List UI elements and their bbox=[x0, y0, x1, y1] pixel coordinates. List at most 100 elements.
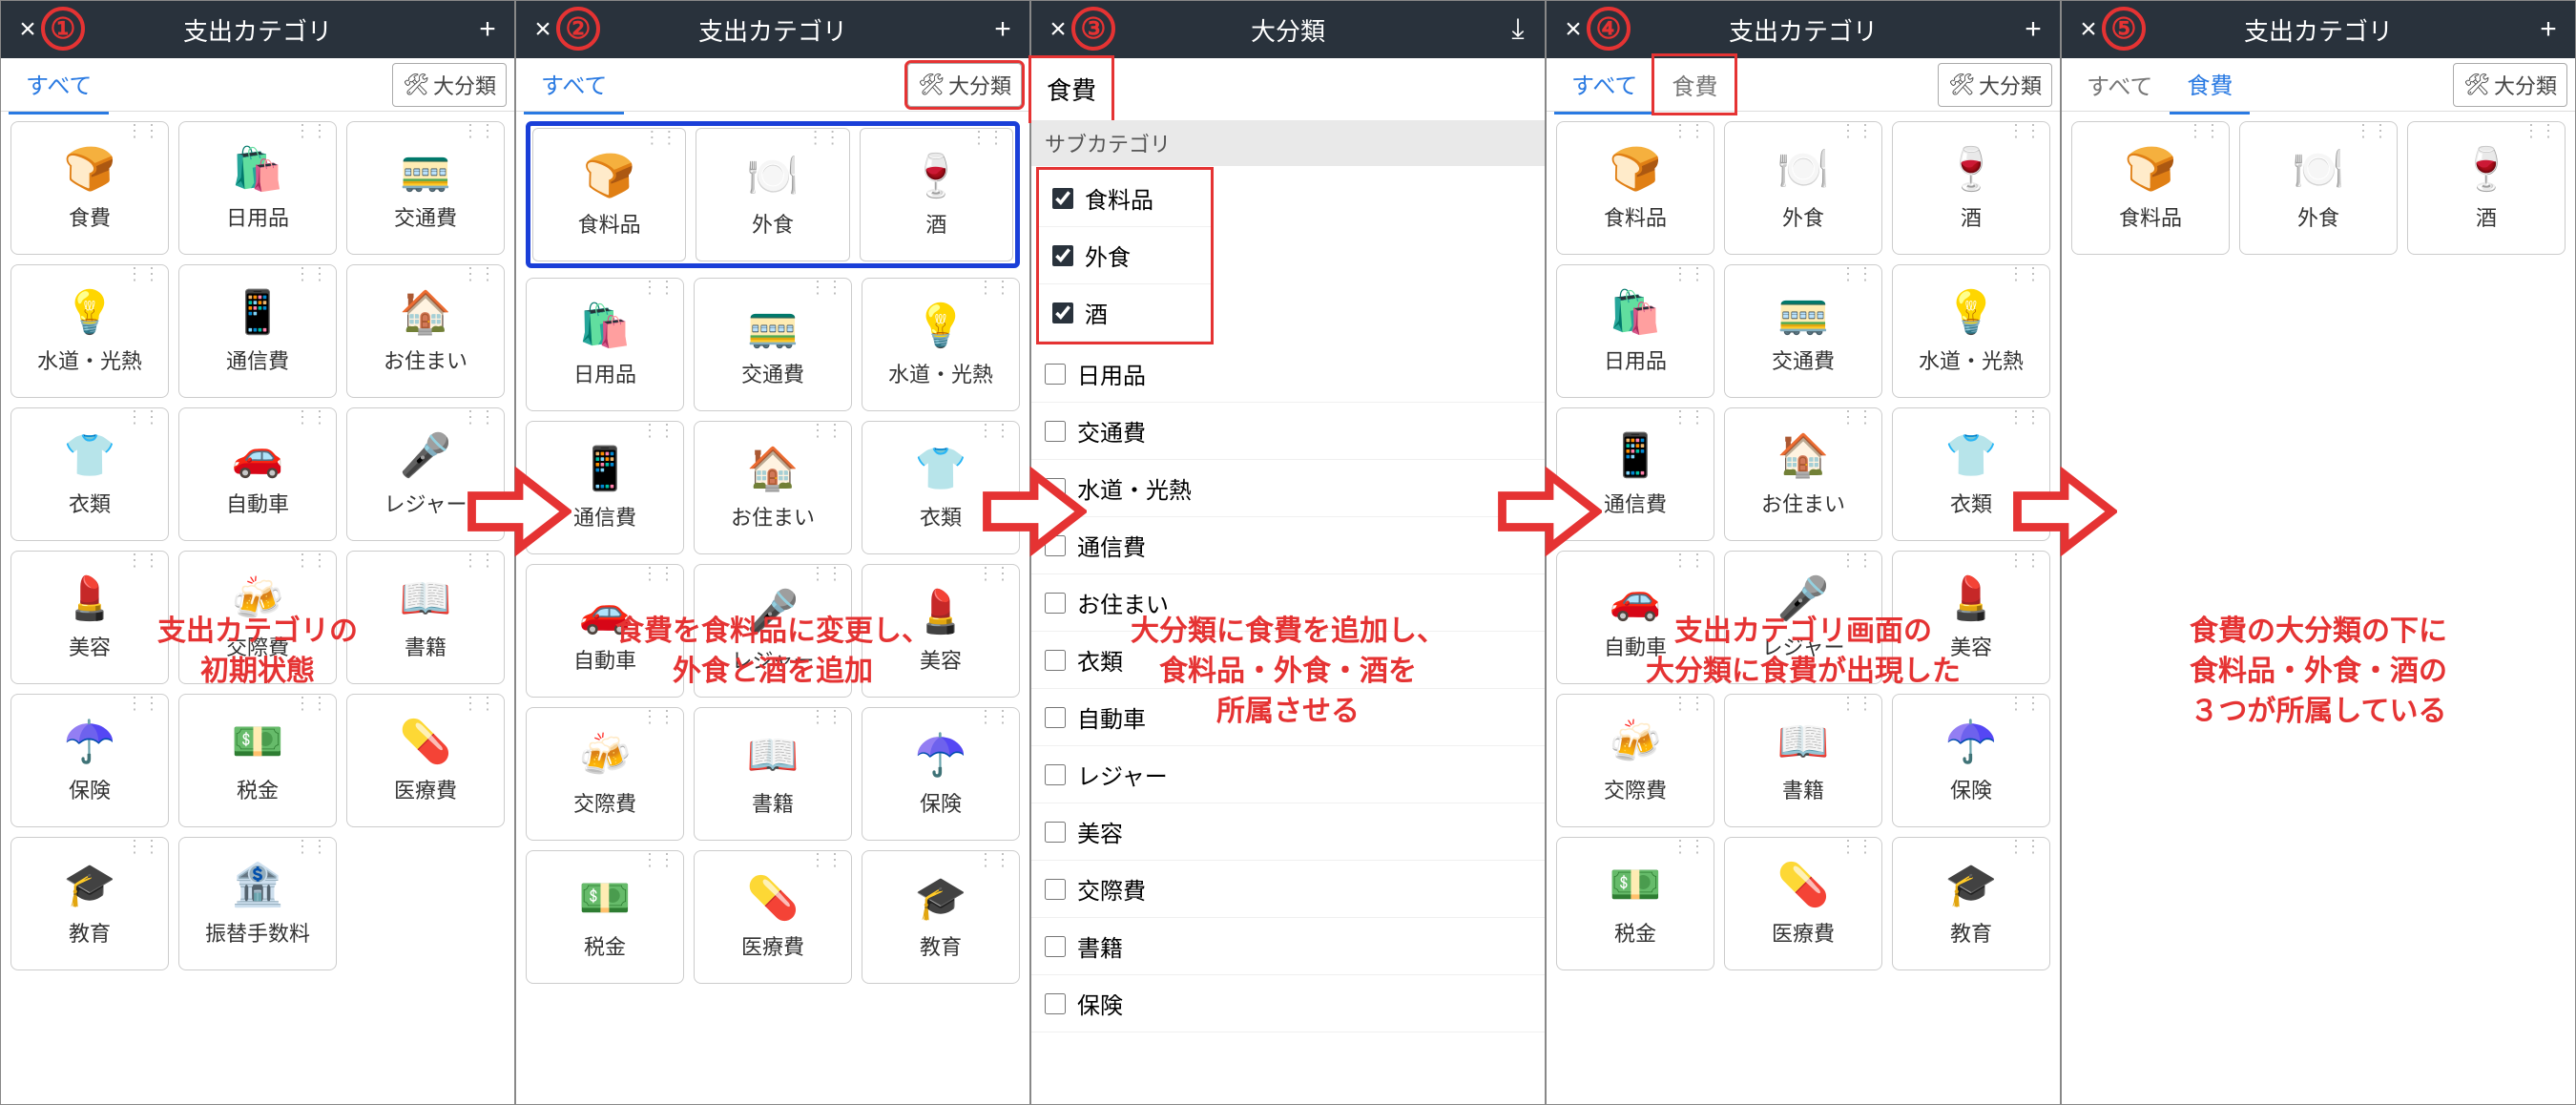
category-card[interactable]: ⋮⋮ 👕 衣類 bbox=[10, 407, 169, 541]
category-card[interactable]: ⋮⋮ 🎓 教育 bbox=[1892, 837, 2050, 970]
category-card[interactable]: ⋮⋮ 💵 税金 bbox=[526, 850, 684, 984]
subcategory-row[interactable]: 保険 bbox=[1031, 975, 1545, 1032]
tab-all[interactable]: すべて bbox=[1554, 55, 1654, 115]
header-title: 支出カテゴリ bbox=[562, 12, 984, 48]
category-card[interactable]: ⋮⋮ 🏠 お住まい bbox=[346, 264, 505, 398]
category-card[interactable]: ⋮⋮ 🚗 自動車 bbox=[178, 407, 337, 541]
subcategory-checkbox[interactable] bbox=[1045, 936, 1066, 957]
header-action-icon[interactable]: + bbox=[2529, 13, 2567, 46]
subcategory-row[interactable]: 外食 bbox=[1039, 227, 1211, 284]
tab-all[interactable]: すべて bbox=[9, 55, 109, 115]
subcategory-checkbox[interactable] bbox=[1052, 245, 1073, 266]
category-card[interactable]: ⋮⋮ 💡 水道・光熱 bbox=[10, 264, 169, 398]
category-card[interactable]: ⋮⋮ 💊 医療費 bbox=[346, 694, 505, 827]
tab-food[interactable]: 食費 bbox=[2170, 55, 2250, 115]
subcategory-checkbox[interactable] bbox=[1045, 993, 1066, 1014]
category-card[interactable]: ⋮⋮ 🍻 交際費 bbox=[1556, 694, 1714, 827]
bigcategory-button[interactable]: 🛠大分類 bbox=[2453, 63, 2567, 107]
drag-dots-icon: ⋮⋮ bbox=[1839, 700, 1874, 706]
bigcategory-button[interactable]: 🛠大分類 bbox=[1938, 63, 2052, 107]
category-icon: 💵 bbox=[579, 873, 632, 923]
category-card[interactable]: ⋮⋮ 🍽️ 外食 bbox=[696, 128, 849, 261]
category-card[interactable]: ⋮⋮ 🚃 交通費 bbox=[694, 278, 852, 411]
category-card[interactable]: ⋮⋮ 🏠 お住まい bbox=[1724, 407, 1882, 541]
category-card[interactable]: ⋮⋮ 🍽️ 外食 bbox=[1724, 121, 1882, 255]
bigcategory-button[interactable]: 🛠大分類 bbox=[392, 63, 507, 107]
tools-icon: 🛠 bbox=[1948, 73, 1975, 97]
drag-dots-icon: ⋮⋮ bbox=[809, 857, 843, 863]
category-card[interactable]: ⋮⋮ ☂️ 保険 bbox=[1892, 694, 2050, 827]
subcategory-row[interactable]: 交通費 bbox=[1031, 403, 1545, 460]
panel-5: ⑤ × 支出カテゴリ + すべて食費🛠大分類 ⋮⋮ 🍞 食料品 ⋮⋮ 🍽️ 外食… bbox=[2061, 0, 2576, 1105]
category-label: 書籍 bbox=[1782, 774, 1824, 804]
subcategory-row[interactable]: 美容 bbox=[1031, 803, 1545, 861]
header-action-icon[interactable]: + bbox=[984, 13, 1022, 46]
category-card[interactable]: ⋮⋮ 🍷 酒 bbox=[2407, 121, 2566, 255]
category-card[interactable]: ⋮⋮ 📖 書籍 bbox=[346, 551, 505, 684]
category-card[interactable]: ⋮⋮ 📱 通信費 bbox=[178, 264, 337, 398]
category-card[interactable]: ⋮⋮ 🍞 食料品 bbox=[2071, 121, 2230, 255]
category-card[interactable]: ⋮⋮ 🛍️ 日用品 bbox=[526, 278, 684, 411]
category-card[interactable]: ⋮⋮ 💡 水道・光熱 bbox=[862, 278, 1020, 411]
subcategory-label: 保険 bbox=[1077, 987, 1123, 1020]
category-card[interactable]: ⋮⋮ 🚃 交通費 bbox=[1724, 264, 1882, 398]
subcategory-checkbox[interactable] bbox=[1045, 764, 1066, 785]
step-badge: ③ bbox=[1071, 7, 1115, 51]
category-card[interactable]: ⋮⋮ 🍷 酒 bbox=[860, 128, 1013, 261]
subcategory-checkbox[interactable] bbox=[1045, 364, 1066, 385]
tab-all[interactable]: すべて bbox=[2069, 56, 2170, 113]
subcategory-row[interactable]: 酒 bbox=[1039, 284, 1211, 342]
bigcategory-button[interactable]: 🛠大分類 bbox=[907, 63, 1022, 107]
header-action-icon[interactable]: + bbox=[468, 13, 507, 46]
subcategory-checkbox[interactable] bbox=[1045, 707, 1066, 728]
header-action-icon[interactable]: ⤓ bbox=[1499, 13, 1537, 46]
category-label: 日用品 bbox=[226, 201, 289, 232]
subcategory-checkbox[interactable] bbox=[1052, 188, 1073, 209]
category-card[interactable]: ⋮⋮ 🎓 教育 bbox=[10, 837, 169, 970]
category-card[interactable]: ⋮⋮ 🍞 食料品 bbox=[1556, 121, 1714, 255]
category-card[interactable]: ⋮⋮ 📖 書籍 bbox=[694, 707, 852, 841]
category-card[interactable]: ⋮⋮ 🍷 酒 bbox=[1892, 121, 2050, 255]
subcategory-checkbox[interactable] bbox=[1045, 879, 1066, 900]
subcategory-row[interactable]: 日用品 bbox=[1031, 345, 1545, 403]
category-card[interactable]: ⋮⋮ 💊 医療費 bbox=[694, 850, 852, 984]
subcategory-row[interactable]: 通信費 bbox=[1031, 517, 1545, 574]
category-card[interactable]: ⋮⋮ 🏦 振替手数料 bbox=[178, 837, 337, 970]
category-card[interactable]: ⋮⋮ 🍽️ 外食 bbox=[2239, 121, 2398, 255]
category-card[interactable]: ⋮⋮ 🍞 食料品 bbox=[532, 128, 686, 261]
category-card[interactable]: ⋮⋮ 💄 美容 bbox=[10, 551, 169, 684]
subcategory-checkbox[interactable] bbox=[1052, 302, 1073, 323]
subcategory-row[interactable]: 食料品 bbox=[1039, 170, 1211, 227]
drag-dots-icon: ⋮⋮ bbox=[2355, 128, 2389, 134]
category-card[interactable]: ⋮⋮ 💡 水道・光熱 bbox=[1892, 264, 2050, 398]
category-card[interactable]: ⋮⋮ 💵 税金 bbox=[1556, 837, 1714, 970]
category-icon: 🍷 bbox=[1945, 144, 1998, 194]
tab-food[interactable]: 食費 bbox=[1654, 56, 1735, 113]
drag-dots-icon: ⋮⋮ bbox=[2007, 844, 2042, 849]
category-label: 食費 bbox=[69, 201, 111, 232]
category-card[interactable]: ⋮⋮ 🍻 交際費 bbox=[526, 707, 684, 841]
header-action-icon[interactable]: + bbox=[2014, 13, 2052, 46]
bigcategory-name-input[interactable]: 食費 bbox=[1031, 58, 1111, 120]
subcategory-row[interactable]: 水道・光熱 bbox=[1031, 460, 1545, 517]
category-card[interactable]: ⋮⋮ 💊 医療費 bbox=[1724, 837, 1882, 970]
subcategory-row[interactable]: 書籍 bbox=[1031, 918, 1545, 975]
subcategory-row[interactable]: 交際費 bbox=[1031, 861, 1545, 918]
category-card[interactable]: ⋮⋮ 🛍️ 日用品 bbox=[1556, 264, 1714, 398]
category-card[interactable]: ⋮⋮ 🎓 教育 bbox=[862, 850, 1020, 984]
category-card[interactable]: ⋮⋮ 📖 書籍 bbox=[1724, 694, 1882, 827]
subcategory-checkbox[interactable] bbox=[1045, 593, 1066, 614]
header-title: 支出カテゴリ bbox=[1592, 12, 2014, 48]
subcategory-checkbox[interactable] bbox=[1045, 822, 1066, 843]
category-card[interactable]: ⋮⋮ 🍞 食費 bbox=[10, 121, 169, 255]
category-card[interactable]: ⋮⋮ 🛍️ 日用品 bbox=[178, 121, 337, 255]
category-card[interactable]: ⋮⋮ ☂️ 保険 bbox=[10, 694, 169, 827]
category-card[interactable]: ⋮⋮ 🏠 お住まい bbox=[694, 421, 852, 554]
tab-all[interactable]: すべて bbox=[524, 55, 624, 115]
category-card[interactable]: ⋮⋮ 💵 税金 bbox=[178, 694, 337, 827]
category-card[interactable]: ⋮⋮ 🚃 交通費 bbox=[346, 121, 505, 255]
subcategory-checkbox[interactable] bbox=[1045, 421, 1066, 442]
subcategory-checkbox[interactable] bbox=[1045, 650, 1066, 671]
subcategory-row[interactable]: レジャー bbox=[1031, 746, 1545, 803]
category-card[interactable]: ⋮⋮ ☂️ 保険 bbox=[862, 707, 1020, 841]
